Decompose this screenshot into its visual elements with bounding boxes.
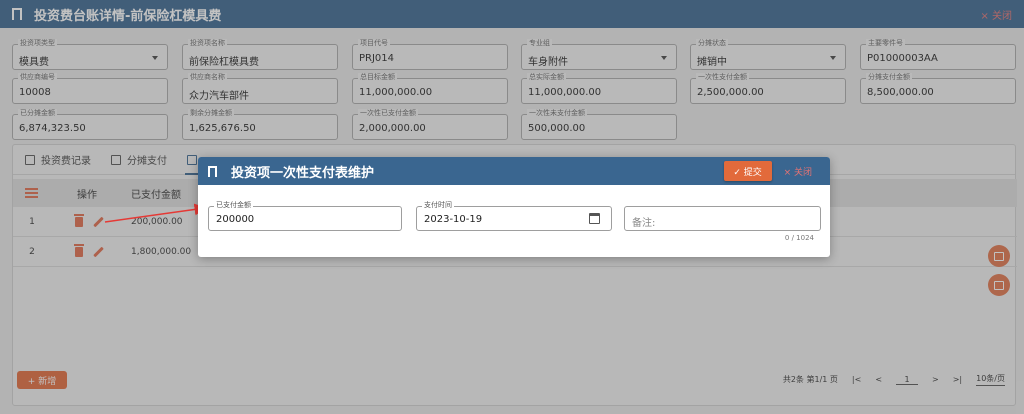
field-label: 已支付金额 xyxy=(214,201,253,210)
pay-time-field[interactable]: 支付时间 2023-10-19 xyxy=(416,201,612,231)
dialog-close-button[interactable]: × 关闭 xyxy=(784,165,812,178)
dialog-header: 投资项一次性支付表维护 ✓ 提交 × 关闭 xyxy=(198,157,830,185)
field-value: 2023-10-19 xyxy=(424,214,483,225)
payment-dialog: 投资项一次性支付表维护 ✓ 提交 × 关闭 已支付金额 200000 支付时间 … xyxy=(198,157,830,257)
calendar-icon[interactable] xyxy=(589,213,600,224)
field-label: 支付时间 xyxy=(422,201,454,210)
field-value: 200000 xyxy=(216,214,255,225)
char-counter: 0 / 1024 xyxy=(784,234,814,242)
remark-placeholder: 备注: xyxy=(632,218,656,229)
submit-button[interactable]: ✓ 提交 xyxy=(723,161,772,181)
dialog-title: 投资项一次性支付表维护 xyxy=(231,165,375,181)
bookmark-icon xyxy=(208,165,217,177)
remark-field[interactable]: 备注: xyxy=(624,206,821,231)
paid-amount-field[interactable]: 已支付金额 200000 xyxy=(208,201,402,231)
